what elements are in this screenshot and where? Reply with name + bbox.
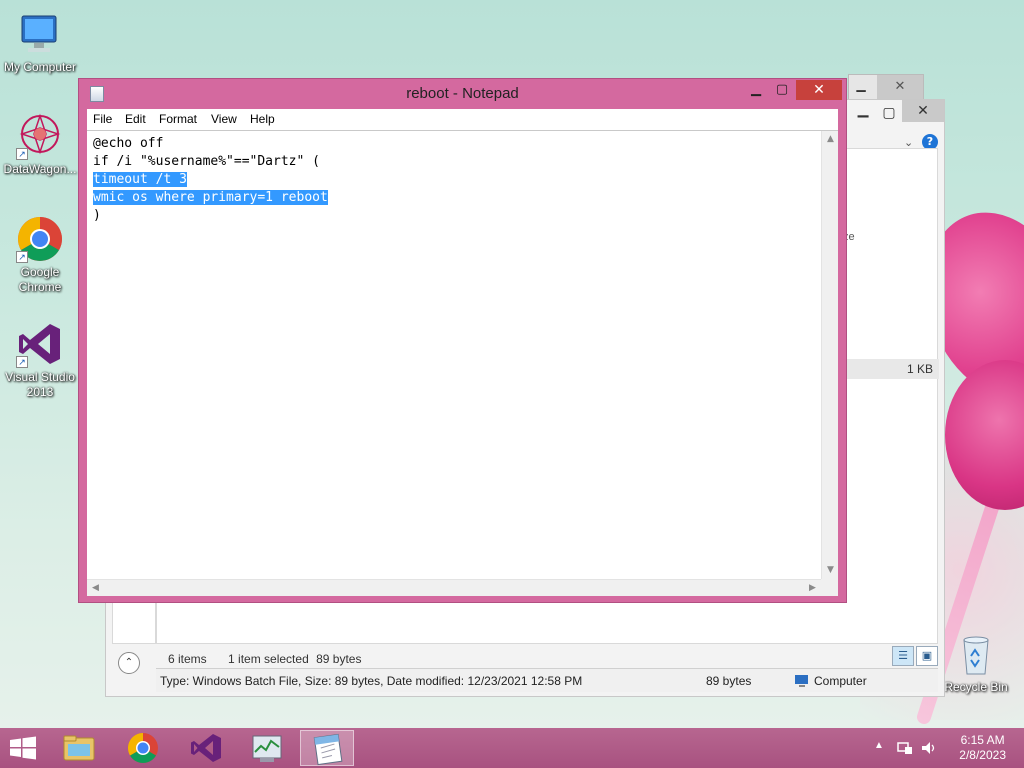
- recycle-bin-icon: [952, 630, 1000, 678]
- editor-line-text: @echo off: [93, 136, 164, 151]
- maximize-button[interactable]: ▢: [769, 80, 795, 100]
- file-details-text: Type: Windows Batch File, Size: 89 bytes…: [160, 674, 583, 688]
- scroll-down-icon[interactable]: ▼: [822, 562, 839, 579]
- taskbar: ▲ 6:15 AM 2/8/2023: [0, 728, 1024, 768]
- selection-count: 1 item selected: [228, 652, 309, 666]
- desktop-icon-recycle-bin[interactable]: Recycle Bin: [936, 630, 1016, 694]
- network-icon[interactable]: [896, 739, 914, 757]
- selection-size: 89 bytes: [316, 652, 362, 666]
- show-hidden-icons-icon[interactable]: ▲: [874, 740, 884, 768]
- editor-line-text: timeout /t 3: [93, 172, 187, 187]
- editor-content[interactable]: @echo off if /i "%username%"=="Dartz" ( ti…: [93, 135, 328, 225]
- collapse-pane-button[interactable]: ⌃: [118, 652, 140, 674]
- computer-icon: [16, 10, 64, 58]
- scrollbar-corner: [821, 579, 838, 596]
- volume-icon[interactable]: [920, 739, 938, 757]
- editor-line-text: if /i "%username%"=="Dartz" (: [93, 154, 320, 169]
- vertical-scrollbar[interactable]: ▲ ▼: [821, 131, 838, 579]
- editor-line[interactable]: @echo off: [93, 135, 328, 153]
- chrome-icon: ↗: [16, 215, 64, 263]
- editor-line[interactable]: ): [93, 207, 328, 225]
- taskbar-chrome[interactable]: [116, 730, 170, 766]
- details-location-text: Computer: [814, 674, 867, 688]
- large-icons-view-icon[interactable]: ▣: [916, 646, 938, 666]
- minimize-icon[interactable]: ▁: [849, 78, 873, 92]
- taskbar-file-explorer[interactable]: [52, 730, 106, 766]
- editor-line[interactable]: timeout /t 3: [93, 171, 328, 189]
- details-bar: Type: Windows Batch File, Size: 89 bytes…: [156, 668, 938, 692]
- desktop-icon-datawagon[interactable]: ↗ DataWagon...: [0, 112, 80, 176]
- menu-bar: File Edit Format View Help: [87, 109, 838, 130]
- taskbar-notepad[interactable]: [300, 730, 354, 766]
- desktop-icon-my-computer[interactable]: My Computer: [0, 10, 80, 74]
- menu-help[interactable]: Help: [250, 112, 275, 126]
- close-icon[interactable]: ✕: [902, 100, 944, 122]
- scroll-right-icon[interactable]: ▶: [804, 580, 821, 597]
- horizontal-scrollbar[interactable]: ◀ ▶: [87, 579, 821, 596]
- minimize-button[interactable]: ▁: [743, 80, 769, 100]
- text-editor[interactable]: @echo off if /i "%username%"=="Dartz" ( ti…: [87, 130, 838, 596]
- clock-date: 2/8/2023: [959, 748, 1006, 762]
- desktop-icon-label: Google Chrome: [18, 265, 62, 294]
- details-view-icon[interactable]: ☰: [892, 646, 914, 666]
- status-bar: 6 items 1 item selected 89 bytes: [168, 652, 361, 666]
- datawagon-icon: ↗: [16, 112, 64, 160]
- editor-line-text: ): [93, 208, 101, 223]
- explorer-window-back[interactable]: ▁ ✕: [848, 74, 924, 100]
- window-title: reboot - Notepad: [406, 85, 519, 102]
- menu-format[interactable]: Format: [159, 112, 197, 126]
- desktop-icon-label: My Computer: [3, 60, 77, 74]
- computer-icon: [794, 674, 810, 688]
- desktop-icon-label: DataWagon...: [3, 162, 77, 176]
- scroll-left-icon[interactable]: ◀: [87, 580, 104, 597]
- menu-view[interactable]: View: [211, 112, 237, 126]
- desktop-icon-visual-studio[interactable]: ↗ Visual Studio 2013: [0, 320, 80, 400]
- close-icon[interactable]: ✕: [877, 75, 923, 99]
- taskbar-task-manager[interactable]: [240, 730, 294, 766]
- clock[interactable]: 6:15 AM 2/8/2023: [959, 733, 1006, 763]
- visual-studio-icon: ↗: [16, 320, 64, 368]
- file-size-cell: 1 KB: [906, 362, 933, 376]
- desktop-icon-google-chrome[interactable]: ↗ Google Chrome: [0, 215, 80, 295]
- details-size-text: 89 bytes: [706, 674, 752, 688]
- desktop-icon-label: Recycle Bin: [944, 680, 1008, 694]
- item-count: 6 items: [168, 652, 207, 666]
- editor-line[interactable]: if /i "%username%"=="Dartz" (: [93, 153, 328, 171]
- desktop-icon-label: Visual Studio 2013: [5, 370, 75, 399]
- minimize-icon[interactable]: ▁: [850, 102, 876, 124]
- maximize-icon[interactable]: ▢: [876, 102, 902, 124]
- close-button[interactable]: ✕: [796, 80, 842, 100]
- editor-line[interactable]: wmic os where primary=1 reboot: [93, 189, 328, 207]
- menu-file[interactable]: File: [93, 112, 112, 126]
- editor-line-text: wmic os where primary=1 reboot: [93, 190, 328, 205]
- menu-edit[interactable]: Edit: [125, 112, 146, 126]
- scroll-up-icon[interactable]: ▲: [822, 131, 839, 148]
- taskbar-visual-studio[interactable]: [178, 730, 232, 766]
- start-button[interactable]: [8, 736, 38, 760]
- clock-time: 6:15 AM: [960, 733, 1005, 747]
- table-row-selected[interactable]: 1 KB: [847, 359, 939, 379]
- notepad-window[interactable]: reboot - Notepad ▁ ▢ ✕ File Edit Format …: [78, 78, 847, 603]
